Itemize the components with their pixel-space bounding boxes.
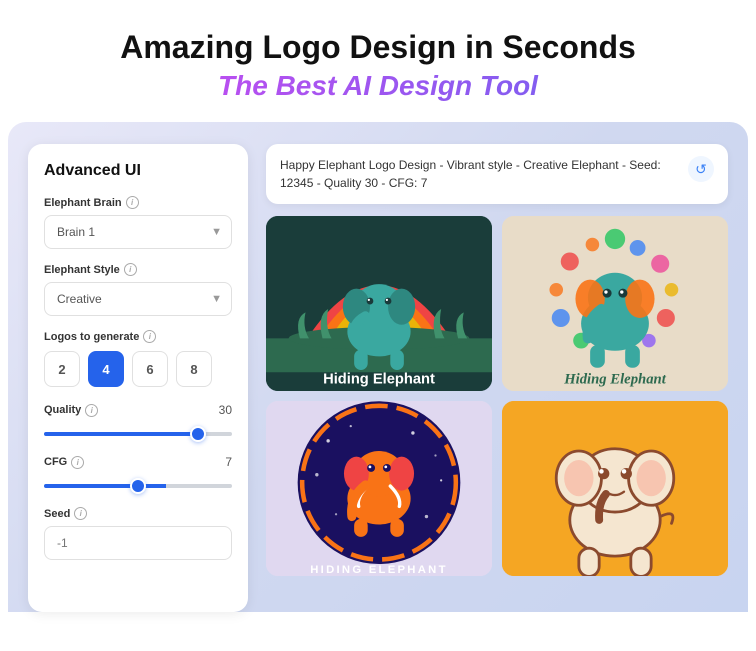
quality-value: 30 [219, 403, 232, 417]
logo-grid: Hiding Elephant ELLPHANT [266, 216, 728, 576]
num-btn-6[interactable]: 6 [132, 351, 168, 387]
left-panel: Advanced UI Elephant Brain i Brain 1 Bra… [28, 144, 248, 612]
cfg-slider-header: CFG i 7 [44, 455, 232, 469]
cfg-slider[interactable] [44, 484, 232, 488]
logo-svg-4 [502, 401, 728, 576]
svg-text:Hiding Elephant: Hiding Elephant [563, 372, 667, 388]
main-area: Advanced UI Elephant Brain i Brain 1 Bra… [8, 122, 748, 612]
svg-text:HIDING ELEPHANT: HIDING ELEPHANT [310, 564, 447, 576]
sub-title: The Best AI Design Tool [20, 70, 736, 102]
cfg-value: 7 [225, 455, 232, 469]
logo-svg-1: Hiding Elephant ELLPHANT [266, 216, 492, 391]
num-btn-2[interactable]: 2 [44, 351, 80, 387]
seed-info-icon[interactable]: i [74, 507, 87, 520]
style-select[interactable]: Creative Minimal Vibrant [44, 282, 232, 316]
logo-card-1[interactable]: Hiding Elephant ELLPHANT [266, 216, 492, 391]
logos-label: Logos to generate i [44, 330, 232, 343]
svg-text:Hiding Elephant: Hiding Elephant [323, 372, 435, 388]
right-panel: Happy Elephant Logo Design - Vibrant sty… [266, 144, 728, 612]
style-info-icon[interactable]: i [124, 263, 137, 276]
cfg-slider-row: CFG i 7 [44, 455, 232, 493]
num-btn-4[interactable]: 4 [88, 351, 124, 387]
svg-text:ELLPHANT: ELLPHANT [345, 390, 413, 391]
num-btn-8[interactable]: 8 [176, 351, 212, 387]
style-label: Elephant Style i [44, 263, 232, 276]
number-buttons: 2 4 6 8 [44, 351, 232, 387]
quality-slider[interactable] [44, 432, 232, 436]
quality-info-icon[interactable]: i [85, 404, 98, 417]
style-select-wrapper: Creative Minimal Vibrant ▼ [44, 282, 232, 316]
prompt-bar: Happy Elephant Logo Design - Vibrant sty… [266, 144, 728, 204]
seed-input[interactable] [44, 526, 232, 560]
main-title: Amazing Logo Design in Seconds [20, 28, 736, 66]
header-section: Amazing Logo Design in Seconds The Best … [0, 0, 756, 122]
cfg-label: CFG i [44, 456, 84, 469]
logo-card-2[interactable]: Hiding Elephant HIDING ELEPHANT [502, 216, 728, 391]
logo-svg-2: Hiding Elephant HIDING ELEPHANT [502, 216, 728, 391]
refresh-button[interactable]: ↺ [688, 156, 714, 182]
brain-select[interactable]: Brain 1 Brain 2 Brain 3 [44, 215, 232, 249]
seed-label: Seed i [44, 507, 232, 520]
brain-select-wrapper: Brain 1 Brain 2 Brain 3 ▼ [44, 215, 232, 249]
svg-text:HIDING ELEPHANT: HIDING ELEPHANT [565, 389, 665, 391]
brain-info-icon[interactable]: i [126, 196, 139, 209]
seed-field: Seed i [44, 507, 232, 560]
quality-slider-header: Quality i 30 [44, 403, 232, 417]
brain-label: Elephant Brain i [44, 196, 232, 209]
logo-card-3[interactable]: HIDING ELEPHANT [266, 401, 492, 576]
logo-card-4[interactable] [502, 401, 728, 576]
quality-label: Quality i [44, 404, 98, 417]
logos-info-icon[interactable]: i [143, 330, 156, 343]
logo-svg-3: HIDING ELEPHANT [266, 401, 492, 576]
prompt-text: Happy Elephant Logo Design - Vibrant sty… [280, 156, 678, 192]
quality-slider-row: Quality i 30 [44, 403, 232, 441]
panel-title: Advanced UI [44, 162, 232, 180]
cfg-info-icon[interactable]: i [71, 456, 84, 469]
